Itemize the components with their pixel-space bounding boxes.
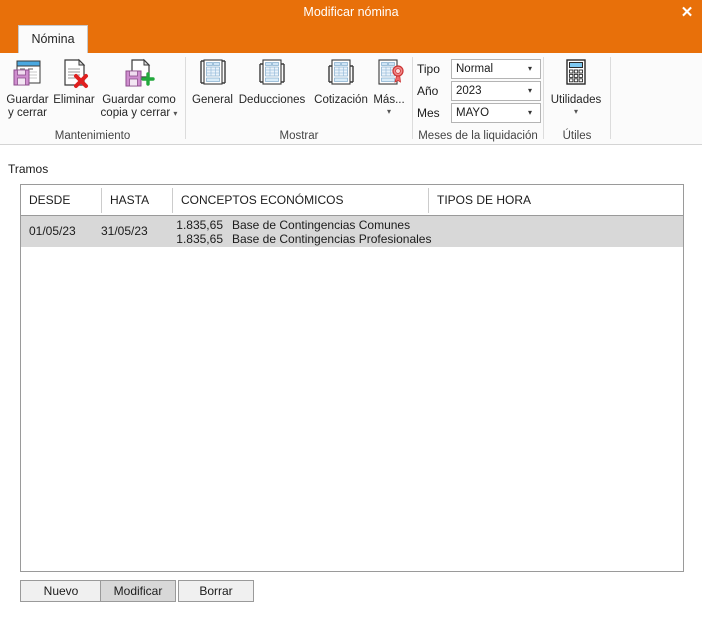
group-label-meses-liquidacion: Meses de la liquidación <box>418 130 538 142</box>
cell-conceptos: 1.835,65 Base de Contingencias Comunes 1.… <box>171 218 431 246</box>
concept-amount: 1.835,65 <box>176 232 223 246</box>
section-label-tramos: Tramos <box>8 162 49 176</box>
calculator-icon <box>548 57 604 91</box>
concept-description: Base de Contingencias Comunes <box>232 218 411 232</box>
report-icon <box>190 57 235 91</box>
ribbon-separator <box>543 57 544 139</box>
utilidades-label: Utilidades <box>550 94 602 106</box>
group-label-mostrar: Mostrar <box>279 130 319 142</box>
eliminar-label-1: Eliminar <box>53 94 95 106</box>
guardar-y-cerrar-label-2: y cerrar <box>8 107 47 119</box>
group-label-mantenimiento: Mantenimiento <box>54 130 131 142</box>
chevron-down-icon: ▾ <box>527 108 532 117</box>
grid-header: DESDE HASTA CONCEPTOS ECONÓMICOS TIPOS D… <box>21 185 683 216</box>
cell-hasta: 31/05/23 <box>101 224 148 238</box>
cotizacion-button[interactable]: Cotización <box>310 57 372 107</box>
chevron-down-icon[interactable]: ▾ <box>548 108 604 116</box>
field-row-tipo: Tipo Normal ▾ <box>417 59 541 79</box>
concept-description: Base de Contingencias Profesionales <box>232 232 432 246</box>
concept-amount: 1.835,65 <box>176 218 223 232</box>
chevron-down-icon: ▾ <box>527 64 532 73</box>
window-title: Modificar nómina <box>303 5 399 19</box>
chevron-down-icon: ▾ <box>527 86 532 95</box>
deducciones-button[interactable]: Deducciones <box>236 57 308 107</box>
modificar-button[interactable]: Modificar <box>100 580 176 602</box>
mas-button[interactable]: Más... ▾ <box>369 57 409 116</box>
guardar-y-cerrar-label-1: Guardar <box>6 94 49 106</box>
cotizacion-label: Cotización <box>314 94 368 106</box>
report-seal-icon <box>369 57 409 91</box>
concept-line: 1.835,65 Base de Contingencias Profesiona… <box>171 232 431 246</box>
nuevo-button[interactable]: Nuevo <box>20 580 102 602</box>
anio-select[interactable]: 2023 ▾ <box>451 81 541 101</box>
utilidades-button[interactable]: Utilidades ▾ <box>548 57 604 116</box>
field-row-anio: Año 2023 ▾ <box>417 81 541 101</box>
ribbon-separator <box>412 57 413 139</box>
column-header-tipos-hora[interactable]: TIPOS DE HORA <box>429 185 683 215</box>
anio-label: Año <box>417 84 439 98</box>
cell-desde: 01/05/23 <box>29 224 76 238</box>
mes-value: MAYO <box>456 107 490 119</box>
close-icon[interactable]: ✕ <box>672 0 702 25</box>
tramos-grid: DESDE HASTA CONCEPTOS ECONÓMICOS TIPOS D… <box>20 184 684 572</box>
tipo-label: Tipo <box>417 62 440 76</box>
guardar-como-copia-label-1: Guardar como <box>102 94 176 106</box>
general-button[interactable]: General <box>190 57 235 107</box>
mas-label: Más... <box>373 94 405 106</box>
chevron-down-icon[interactable]: ▾ <box>369 108 409 116</box>
guardar-como-copia-label-2: copia y cerrar <box>100 107 171 119</box>
concept-line: 1.835,65 Base de Contingencias Comunes <box>171 218 431 232</box>
ribbon-separator <box>610 57 611 139</box>
guardar-como-copia-y-cerrar-button[interactable]: Guardar como copia y cerrar ▾ <box>98 57 180 120</box>
tipo-value: Normal <box>456 63 494 75</box>
report-icon <box>310 57 372 91</box>
chevron-down-icon[interactable]: ▾ <box>173 109 177 118</box>
borrar-button[interactable]: Borrar <box>178 580 254 602</box>
report-icon <box>236 57 308 91</box>
mes-select[interactable]: MAYO ▾ <box>451 103 541 123</box>
field-row-mes: Mes MAYO ▾ <box>417 103 541 123</box>
tab-nomina[interactable]: Nómina <box>18 25 88 53</box>
general-label: General <box>192 94 233 106</box>
save-copy-icon <box>98 57 180 91</box>
title-bar: Modificar nómina ✕ <box>0 0 702 25</box>
table-row[interactable]: 01/05/23 31/05/23 1.835,65 Base de Contin… <box>21 216 683 247</box>
ribbon: Guardar y cerrar Eliminar Guardar como c… <box>0 53 702 145</box>
column-header-hasta[interactable]: HASTA <box>102 185 172 215</box>
group-label-utiles: Útiles <box>562 130 592 142</box>
guardar-y-cerrar-button[interactable]: Guardar y cerrar <box>4 57 51 120</box>
document-delete-icon <box>52 57 96 91</box>
deducciones-label: Deducciones <box>238 94 306 106</box>
eliminar-button[interactable]: Eliminar <box>52 57 96 107</box>
mes-label: Mes <box>417 106 440 120</box>
anio-value: 2023 <box>456 85 482 97</box>
tipo-select[interactable]: Normal ▾ <box>451 59 541 79</box>
tab-strip: Nómina <box>0 25 702 53</box>
ribbon-separator <box>185 57 186 139</box>
save-window-icon <box>4 57 51 91</box>
column-header-conceptos[interactable]: CONCEPTOS ECONÓMICOS <box>173 185 428 215</box>
column-header-desde[interactable]: DESDE <box>21 185 101 215</box>
